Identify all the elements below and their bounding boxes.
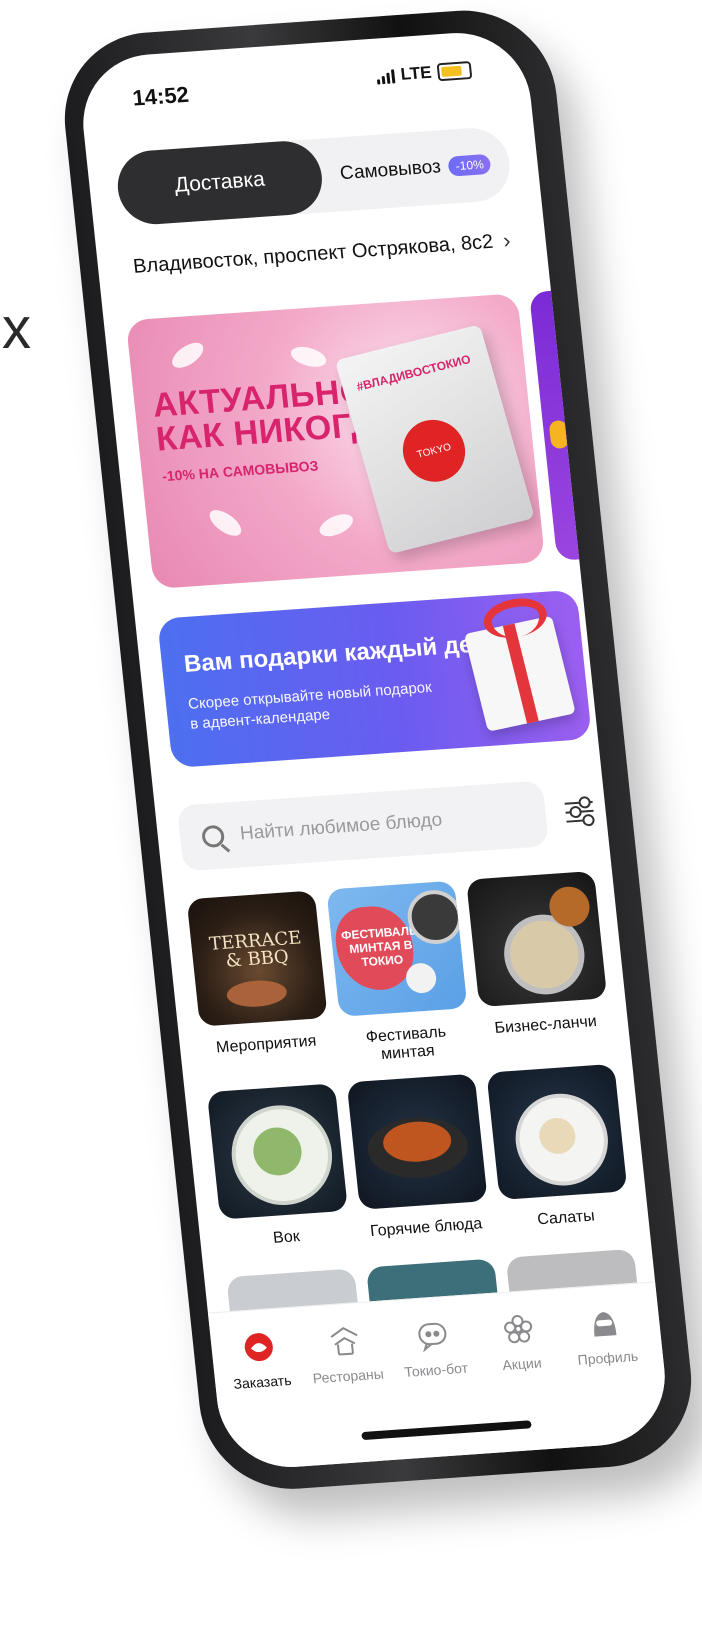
category-label: Горячие блюда [369, 1215, 484, 1241]
address-selector[interactable]: Владивосток, проспект Острякова, 8с2 › [125, 225, 519, 282]
category-label: Мероприятия [215, 1032, 318, 1057]
phone-mockup: 14:52 LTE Доставка Самовывоз -10% Владив… [55, 4, 701, 1495]
chevron-right-icon: › [501, 227, 512, 253]
battery-icon [436, 61, 473, 82]
ninja-icon [585, 1305, 622, 1341]
signal-icon [376, 67, 396, 85]
nav-restaurants[interactable]: Рестораны [300, 1321, 392, 1387]
nav-tokyo-bot-label: Токио-бот [403, 1359, 469, 1380]
category-wok[interactable]: Вок [206, 1083, 351, 1251]
promo-banner[interactable]: АКТУАЛЬНО КАК НИКОГДА -10% НА САМОВЫВОЗ … [125, 293, 546, 590]
nav-order-label: Заказать [232, 1371, 293, 1392]
nav-promotions-label: Акции [501, 1354, 543, 1374]
advent-title: Вам подарки каждый день! [182, 628, 511, 679]
petal-decoration [205, 505, 246, 541]
category-festival-image: ФЕСТИВАЛЬ МИНТАЯ В ТОКИО [326, 880, 468, 1017]
dish-shape [404, 962, 438, 995]
flower-icon [500, 1311, 537, 1347]
category-hot-dishes[interactable]: Горячие блюда [346, 1073, 491, 1242]
shopping-bag-image: #ВЛАДИВОСТОКИО TOKYO [334, 324, 535, 555]
pagoda-icon [326, 1323, 363, 1359]
category-label: Вок [272, 1228, 301, 1247]
festival-poster: ФЕСТИВАЛЬ МИНТАЯ В ТОКИО [332, 903, 418, 993]
petal-decoration [316, 509, 357, 541]
category-business-lunch[interactable]: Бизнес-ланчи [466, 870, 610, 1039]
category-hot-dishes-image [346, 1073, 488, 1210]
delivery-mode-toggle[interactable]: Доставка Самовывоз -10% [114, 125, 514, 227]
category-salads[interactable]: Салаты [486, 1063, 630, 1232]
category-events[interactable]: TERRACE & BBQ Мероприятия [186, 890, 331, 1058]
tab-delivery-label: Доставка [173, 167, 266, 197]
category-salads-image [486, 1063, 628, 1201]
discount-badge: -10% [447, 153, 492, 177]
nav-profile[interactable]: Профиль [559, 1303, 651, 1369]
category-business-lunch-image [466, 870, 608, 1008]
tab-delivery[interactable]: Доставка [114, 138, 326, 227]
gift-box-icon [463, 615, 576, 732]
category-label: Салаты [536, 1207, 596, 1229]
category-label: Фестиваль минтая [365, 1023, 447, 1064]
close-icon: x [2, 296, 31, 361]
bag-hashtag: #ВЛАДИВОСТОКИО [354, 352, 473, 394]
search-input[interactable]: Найти любимое блюдо [176, 780, 549, 872]
dish-shape [225, 978, 289, 1009]
search-icon [201, 824, 226, 849]
nav-order[interactable]: Заказать [214, 1327, 306, 1393]
network-type: LTE [399, 62, 433, 84]
nav-profile-label: Профиль [576, 1347, 639, 1368]
network-status: LTE [376, 60, 473, 87]
event-image-text: TERRACE & BBQ [191, 927, 323, 973]
promo-subtitle: -10% НА САМОВЫВОЗ [161, 457, 320, 485]
chat-bot-icon [414, 1317, 451, 1353]
status-time: 14:52 [131, 81, 191, 111]
app-screen: 14:52 LTE Доставка Самовывоз -10% Владив… [76, 28, 672, 1472]
category-label: Бизнес-ланчи [493, 1012, 598, 1038]
nav-promotions[interactable]: Акции [474, 1309, 566, 1375]
category-wok-image [206, 1083, 349, 1220]
filter-icon[interactable] [564, 795, 596, 827]
nav-tokyo-bot[interactable]: Токио-бот [388, 1315, 480, 1381]
advent-banner[interactable]: Вам подарки каждый день! Скорее открывай… [157, 589, 593, 769]
address-text: Владивосток, проспект Острякова, 8с2 [132, 230, 495, 278]
category-events-image: TERRACE & BBQ [186, 890, 328, 1027]
festival-image-text: ФЕСТИВАЛЬ МИНТАЯ В ТОКИО [340, 923, 419, 970]
search-placeholder: Найти любимое блюдо [238, 809, 444, 845]
fish-logo-icon [240, 1329, 277, 1365]
tab-pickup-label: Самовывоз [338, 156, 442, 185]
category-pollock-festival[interactable]: ФЕСТИВАЛЬ МИНТАЯ В ТОКИО Фестиваль минта… [326, 880, 472, 1067]
bag-logo: TOKYO [395, 413, 473, 489]
petal-decoration [167, 337, 208, 373]
nav-restaurants-label: Рестораны [312, 1365, 385, 1387]
advent-subtitle: Скорее открывайте новый подарок в адвент… [187, 678, 433, 733]
status-bar: 14:52 LTE [78, 50, 529, 121]
petal-decoration [288, 343, 329, 371]
tab-pickup[interactable]: Самовывоз -10% [318, 126, 514, 213]
bottom-navigation: Заказать Рестораны Токио-бот Акции Профи… [207, 1281, 672, 1472]
